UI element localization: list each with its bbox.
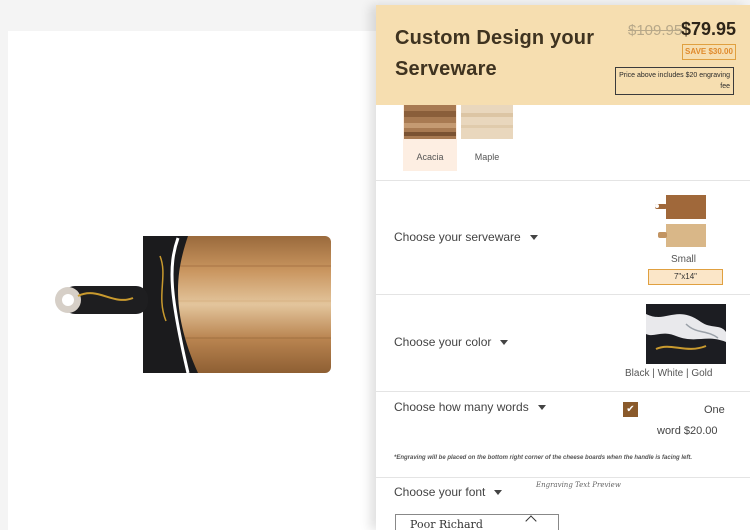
color-swatch[interactable]: [646, 304, 726, 364]
original-price: $109.95: [628, 22, 683, 39]
customization-panel: Custom Design your Serveware $109.95 $79…: [376, 5, 750, 530]
cheese-board-image: [55, 236, 331, 374]
size-badge[interactable]: 7"x14": [648, 269, 723, 285]
save-badge: SAVE $30.00: [682, 44, 736, 60]
sale-price: $79.95: [681, 19, 737, 39]
maple-swatch: [461, 105, 513, 139]
font-dropdown-label: Choose your font: [394, 485, 486, 499]
section-divider: [376, 391, 750, 392]
page-title: Custom Design your Serveware: [395, 27, 595, 80]
wood-option-acacia[interactable]: Acacia: [403, 105, 457, 171]
section-divider: [376, 180, 750, 181]
wood-option-label: Acacia: [416, 152, 444, 162]
wood-option-maple[interactable]: Maple: [460, 105, 514, 171]
size-label: Small: [671, 254, 697, 265]
caret-down-icon: [537, 404, 546, 410]
words-dropdown[interactable]: Choose how many words: [394, 400, 546, 414]
color-dropdown-label: Choose your color: [394, 335, 492, 349]
words-dropdown-label: Choose how many words: [394, 400, 529, 414]
caret-down-icon: [494, 489, 503, 495]
font-dropdown[interactable]: Choose your font: [394, 485, 503, 499]
engraving-preview-label: Engraving Text Preview: [536, 481, 621, 489]
engraving-fee-note: Price above includes $20 engraving fee: [615, 67, 734, 95]
caret-down-icon: [500, 339, 509, 345]
product-image-panel: [8, 31, 376, 530]
words-option-label: One: [704, 404, 725, 416]
panel-header: Custom Design your Serveware $109.95 $79…: [376, 5, 750, 105]
caret-down-icon: [529, 234, 538, 240]
acacia-swatch: [404, 105, 456, 139]
color-selected-label: Black | White | Gold: [625, 368, 713, 379]
words-option-price: word $20.00: [657, 425, 718, 437]
engraving-placement-note: *Engraving will be placed on the bottom …: [394, 455, 693, 461]
section-divider: [376, 294, 750, 295]
serveware-thumbnail[interactable]: [654, 194, 709, 250]
wood-option-label: Maple: [474, 152, 500, 162]
serveware-dropdown[interactable]: Choose your serveware: [394, 230, 538, 244]
serveware-dropdown-label: Choose your serveware: [394, 230, 521, 244]
font-select-value: Poor Richard: [410, 518, 483, 530]
section-divider: [376, 477, 750, 478]
checkmark-icon[interactable]: ✔: [623, 402, 638, 417]
color-dropdown[interactable]: Choose your color: [394, 335, 509, 349]
